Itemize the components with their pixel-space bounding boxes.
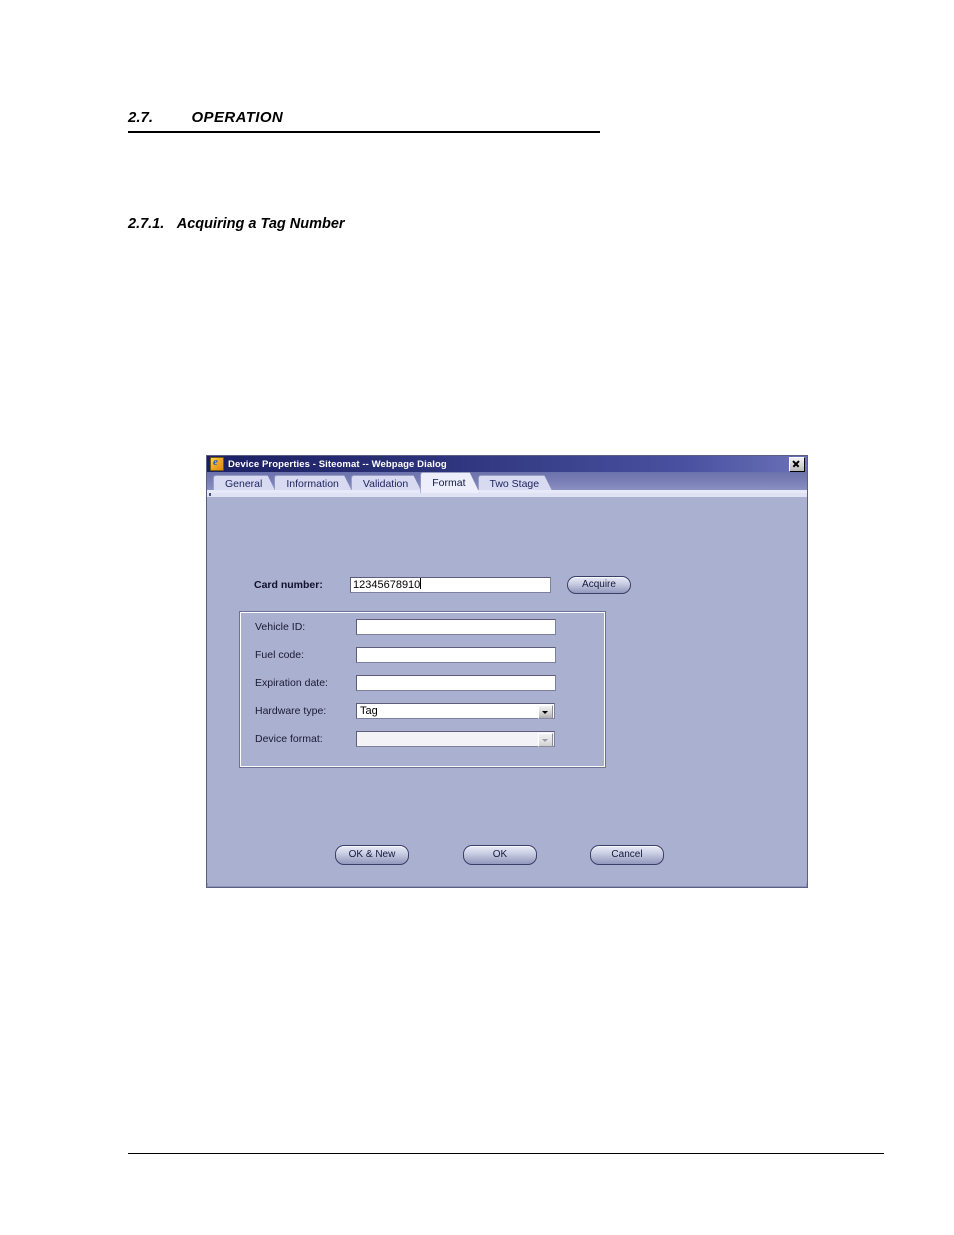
hardware-type-label: Hardware type: bbox=[255, 705, 327, 717]
ok-button[interactable]: OK bbox=[463, 845, 537, 865]
close-icon[interactable] bbox=[789, 456, 805, 472]
device-format-row: Device format: bbox=[207, 731, 807, 747]
subsection-title: Acquiring a Tag Number bbox=[176, 216, 345, 232]
page-footer-rule bbox=[128, 1153, 884, 1154]
vehicle-id-input[interactable] bbox=[356, 619, 556, 635]
fuel-code-row: Fuel code: bbox=[207, 647, 807, 663]
dialog-footer: OK & New OK Cancel bbox=[207, 845, 807, 865]
chevron-down-icon[interactable] bbox=[538, 733, 553, 747]
ok-and-new-button[interactable]: OK & New bbox=[335, 845, 409, 865]
device-format-label: Device format: bbox=[255, 733, 323, 745]
fuel-code-input[interactable] bbox=[356, 647, 556, 663]
vehicle-id-label: Vehicle ID: bbox=[255, 621, 306, 633]
chevron-down-icon[interactable] bbox=[538, 705, 553, 719]
hardware-type-select[interactable]: Tag bbox=[356, 703, 555, 719]
dialog-title: Device Properties - Siteomat -- Webpage … bbox=[228, 458, 447, 470]
section-heading: 2.7. OPERATION bbox=[128, 109, 600, 133]
card-number-label: Card number: bbox=[254, 579, 323, 591]
acquire-button[interactable]: Acquire bbox=[567, 576, 631, 594]
hardware-type-value: Tag bbox=[360, 705, 378, 717]
dialog-body: Card number: 12345678910 Acquire Vehicle… bbox=[207, 497, 807, 883]
card-number-input[interactable]: 12345678910 bbox=[350, 577, 551, 593]
dialog-titlebar: Device Properties - Siteomat -- Webpage … bbox=[207, 456, 807, 472]
subsection-heading: 2.7.1. Acquiring a Tag Number bbox=[128, 215, 345, 233]
expiration-date-row: Expiration date: bbox=[207, 675, 807, 691]
tab-format[interactable]: Format bbox=[420, 472, 479, 493]
section-number: 2.7. bbox=[128, 109, 154, 126]
text-caret bbox=[420, 578, 422, 589]
fuel-code-label: Fuel code: bbox=[255, 649, 305, 661]
device-format-select[interactable] bbox=[356, 731, 555, 747]
tab-strip: General Information Validation Format Tw… bbox=[207, 472, 807, 493]
card-number-value: 12345678910 bbox=[353, 579, 421, 591]
ie-page-icon bbox=[210, 456, 224, 471]
vehicle-id-row: Vehicle ID: bbox=[207, 619, 807, 635]
hardware-type-row: Hardware type: Tag bbox=[207, 703, 807, 719]
subsection-number: 2.7.1. bbox=[128, 216, 165, 232]
card-number-row: Card number: 12345678910 Acquire bbox=[207, 576, 807, 595]
section-title: OPERATION bbox=[191, 109, 284, 126]
device-properties-dialog: Device Properties - Siteomat -- Webpage … bbox=[206, 455, 808, 888]
expiration-date-label: Expiration date: bbox=[255, 677, 328, 689]
cancel-button[interactable]: Cancel bbox=[590, 845, 664, 865]
expiration-date-input[interactable] bbox=[356, 675, 556, 691]
